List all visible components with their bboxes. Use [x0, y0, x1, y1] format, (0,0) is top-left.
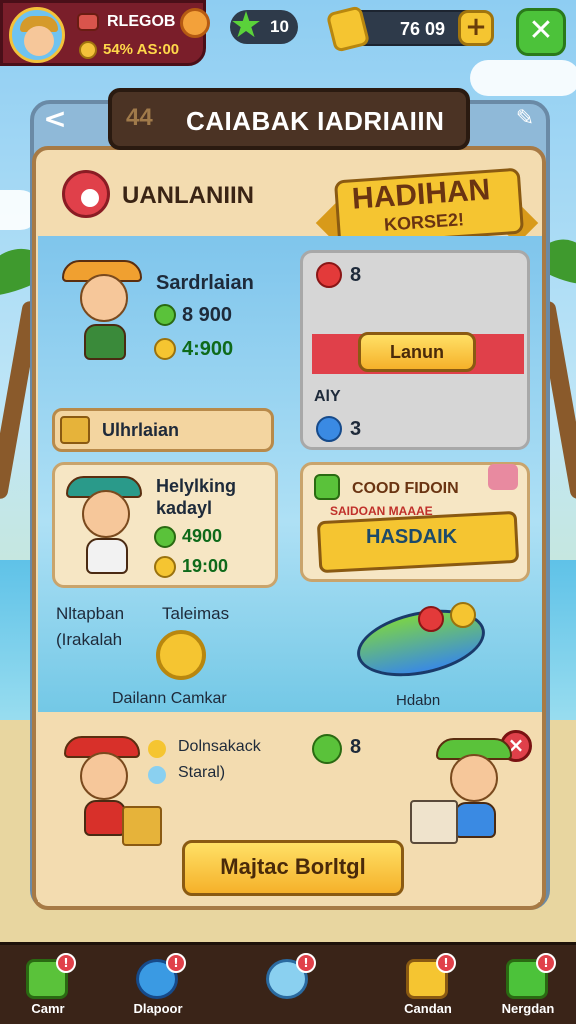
shirt [86, 538, 128, 574]
stat-value: 8 900 [182, 304, 233, 326]
main-action-button[interactable]: Majtac Borltgl [182, 840, 404, 896]
alert-badge: ! [436, 953, 456, 973]
head [82, 490, 130, 538]
avatar-face [24, 26, 54, 56]
cloud [470, 60, 576, 96]
stat-value: 19:00 [182, 556, 229, 576]
title-banner: 44 CAIABAK IADRIAIIN [108, 88, 470, 150]
gem-value: 10 [270, 17, 289, 36]
player-sub-stat: 54% AS:00 [103, 41, 180, 58]
red-orb-icon [316, 262, 342, 288]
character-boy-teal-cap [66, 474, 146, 584]
nav-item-launch[interactable]: ! [240, 945, 336, 1024]
coin-icon [79, 41, 97, 59]
alert-badge: ! [296, 953, 316, 973]
character-name: Sardrlaian [156, 272, 254, 294]
stat-value: 4900 [182, 526, 223, 546]
pin-icon[interactable]: ✎ [510, 104, 540, 134]
page-title: CAIABAK IADRIAIIN [186, 106, 445, 136]
title-emblem: 44 [126, 104, 153, 131]
gem-icon [154, 304, 176, 326]
info-bar-label: Ulhrlaian [102, 420, 180, 440]
shirt [84, 324, 126, 360]
nav-label: Dlapoor [133, 1001, 183, 1016]
back-button[interactable]: < [40, 104, 70, 134]
card-label: AlY [314, 388, 341, 405]
gem-icon [312, 734, 342, 764]
coin-icon [154, 338, 176, 360]
nav-item-mail[interactable]: ! Candan [380, 945, 476, 1024]
stat-value: 4:900 [182, 338, 234, 360]
mission-count: 8 [350, 736, 362, 758]
promo-line-1: COOD FIDOIN [352, 480, 459, 497]
gem-counter[interactable]: ★ 10 [230, 6, 298, 46]
beach-right-label: Hdabn [396, 692, 441, 709]
nav-label: Candan [404, 1001, 452, 1016]
gem-icon [154, 526, 176, 548]
sparkle-icon [148, 766, 166, 784]
player-name: RLEGOB [107, 13, 176, 30]
card-title: Helylking [156, 476, 237, 496]
chest-icon [60, 416, 90, 444]
pink-gem-icon [488, 464, 518, 490]
avatar[interactable] [9, 7, 65, 63]
section-heading: UANLANIIN [122, 182, 254, 209]
red-wheel-icon [418, 606, 444, 632]
nav-item-home[interactable]: ! Camr [0, 945, 96, 1024]
character-boy-orange-cap [62, 258, 152, 376]
star-gem-icon: ★ [229, 5, 263, 46]
beach-bottom-label: Dailann Camkar [112, 690, 227, 707]
coin-icon [154, 556, 176, 578]
alert-badge: ! [166, 953, 186, 973]
sun-icon [148, 740, 166, 758]
gold-counter[interactable]: 76 09 + [325, 5, 494, 53]
player-hud[interactable]: RLEGOB 54% AS:00 [0, 0, 206, 66]
big-coin-icon[interactable] [156, 630, 206, 680]
cash-icon [77, 13, 99, 31]
nav-label: Camr [31, 1001, 65, 1016]
shirt [454, 802, 496, 838]
beach-text-left-2: (Irakalah [56, 630, 123, 649]
head [80, 752, 128, 800]
mission-line-1: Dolnsakack [178, 738, 261, 755]
gold-bar-icon [325, 5, 371, 53]
gold-chest-icon [122, 806, 162, 846]
blue-count: 3 [350, 418, 362, 440]
beach-text-mid: Taleimas [162, 604, 230, 623]
crate-icon [410, 800, 458, 844]
alert-badge: ! [56, 953, 76, 973]
reward-ribbon[interactable]: HADIHAN KORSE2! [315, 167, 539, 247]
head [80, 274, 128, 322]
emoji-face-icon[interactable] [180, 8, 210, 38]
add-gold-button[interactable]: + [458, 10, 494, 46]
crossed-tools-icon[interactable]: ✕ [516, 8, 566, 56]
coin-icon [450, 602, 476, 628]
gold-value: 76 09 [400, 19, 446, 39]
bottom-nav: ! Camr ! Dlapoor ! ! Candan ! Nergdan [0, 942, 576, 1024]
shirt [84, 800, 126, 836]
nav-item-tasks[interactable]: ! Nergdan [480, 945, 576, 1024]
blue-orb-icon [316, 416, 342, 442]
head [450, 754, 498, 802]
launch-button[interactable]: Lanun [358, 332, 476, 372]
promo-line-3: HASDAIK [366, 526, 458, 548]
red-count: 8 [350, 264, 362, 286]
beach-text-left-1: Nltapban [56, 604, 125, 623]
green-gem-icon [314, 474, 340, 500]
card-subtitle: kadayl [156, 498, 213, 518]
nav-label: Nergdan [501, 1001, 555, 1016]
target-icon [62, 170, 110, 218]
nav-item-shop[interactable]: ! Dlapoor [110, 945, 206, 1024]
mission-line-2: Staral) [178, 764, 226, 781]
alert-badge: ! [536, 953, 556, 973]
